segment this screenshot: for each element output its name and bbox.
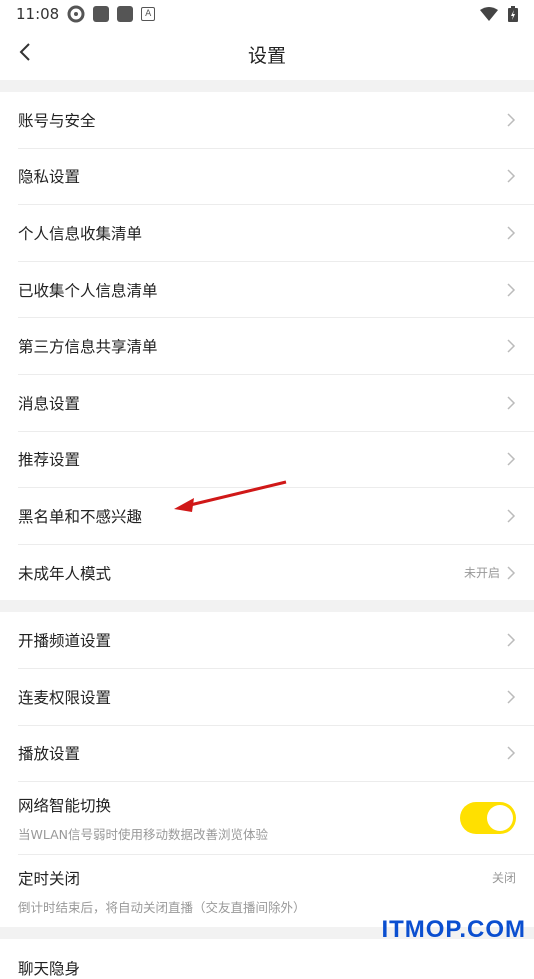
app-notification-icon-2 [117, 6, 134, 22]
settings-group-2: 开播频道设置 连麦权限设置 播放设置 网络智能切换 当WLAN信号弱时使用移动数… [0, 612, 534, 928]
status-bar: 11:08 A [0, 0, 534, 28]
section-divider [0, 600, 534, 613]
pinwheel-icon [67, 5, 85, 23]
row-label: 个人信息收集清单 [18, 224, 143, 243]
chevron-right-icon [507, 113, 516, 127]
chevron-right-icon [507, 452, 516, 466]
chevron-right-icon [507, 169, 516, 183]
row-playback-settings[interactable]: 播放设置 [18, 726, 534, 783]
row-label: 连麦权限设置 [18, 688, 112, 707]
row-collected-info-list[interactable]: 已收集个人信息清单 [18, 262, 534, 319]
app-header: 设置 [0, 28, 534, 80]
site-watermark: ITMOP.COM [381, 916, 526, 943]
row-account-security[interactable]: 账号与安全 [18, 92, 534, 149]
back-arrow-icon[interactable] [14, 40, 38, 64]
row-co-host-permission[interactable]: 连麦权限设置 [18, 669, 534, 726]
timer-description: 倒计时结束后，将自动关闭直播（交友直播间除外） [18, 899, 306, 915]
toggle-knob [487, 805, 513, 832]
settings-group-1: 账号与安全 隐私设置 个人信息收集清单 已收集个人信息清单 第三方信息共享清单 … [0, 92, 534, 601]
row-label: 推荐设置 [18, 451, 81, 470]
row-message-settings[interactable]: 消息设置 [18, 375, 534, 432]
app-notification-icon [93, 6, 110, 22]
row-label: 账号与安全 [18, 111, 96, 130]
chevron-right-icon [507, 509, 516, 523]
section-divider [0, 80, 534, 92]
network-label: 网络智能切换 [18, 796, 112, 815]
row-label: 隐私设置 [18, 168, 81, 187]
teen-mode-status: 未开启 [463, 566, 500, 581]
chevron-right-icon [507, 633, 516, 647]
network-switch-toggle[interactable] [460, 802, 516, 835]
timer-label: 定时关闭 [18, 869, 81, 888]
timer-status: 关闭 [491, 871, 516, 886]
wifi-icon [480, 7, 498, 21]
keyboard-a-icon: A [141, 7, 156, 21]
status-left: 11:08 A [16, 5, 156, 23]
network-description: 当WLAN信号弱时使用移动数据改善浏览体验 [18, 826, 269, 842]
row-label: 聊天隐身 [18, 960, 81, 979]
row-third-party-share-list[interactable]: 第三方信息共享清单 [18, 318, 534, 375]
chevron-right-icon [507, 226, 516, 240]
chevron-right-icon [507, 566, 516, 580]
row-stream-channel-settings[interactable]: 开播频道设置 [18, 612, 534, 669]
row-label: 消息设置 [18, 394, 81, 413]
row-label: 黑名单和不感兴趣 [18, 507, 143, 526]
row-label: 第三方信息共享清单 [18, 338, 158, 357]
page-title: 设置 [247, 44, 286, 67]
settings-group-3: 聊天隐身 [0, 939, 534, 979]
row-network-smart-switch: 网络智能切换 当WLAN信号弱时使用移动数据改善浏览体验 [18, 782, 534, 856]
row-chat-invisible[interactable]: 聊天隐身 [18, 939, 534, 979]
chevron-right-icon [507, 746, 516, 760]
status-time: 11:08 [16, 5, 60, 23]
row-right: 未开启 [464, 564, 516, 581]
chevron-right-icon [507, 396, 516, 410]
chevron-right-icon [507, 283, 516, 297]
network-texts: 网络智能切换 当WLAN信号弱时使用移动数据改善浏览体验 [18, 794, 268, 843]
row-privacy-settings[interactable]: 隐私设置 [18, 149, 534, 206]
chevron-right-icon [507, 339, 516, 353]
row-label: 开播频道设置 [18, 632, 112, 651]
row-teen-mode[interactable]: 未成年人模式 未开启 [18, 545, 534, 601]
red-annotation-arrow [174, 480, 287, 512]
row-label: 已收集个人信息清单 [18, 281, 158, 300]
chevron-right-icon [507, 690, 516, 704]
status-right [480, 6, 518, 22]
timer-texts: 定时关闭 倒计时结束后，将自动关闭直播（交友直播间除外） [18, 867, 306, 916]
battery-icon [508, 6, 518, 22]
row-label: 未成年人模式 [18, 564, 112, 583]
row-label: 播放设置 [18, 745, 81, 764]
row-personal-info-list[interactable]: 个人信息收集清单 [18, 205, 534, 262]
